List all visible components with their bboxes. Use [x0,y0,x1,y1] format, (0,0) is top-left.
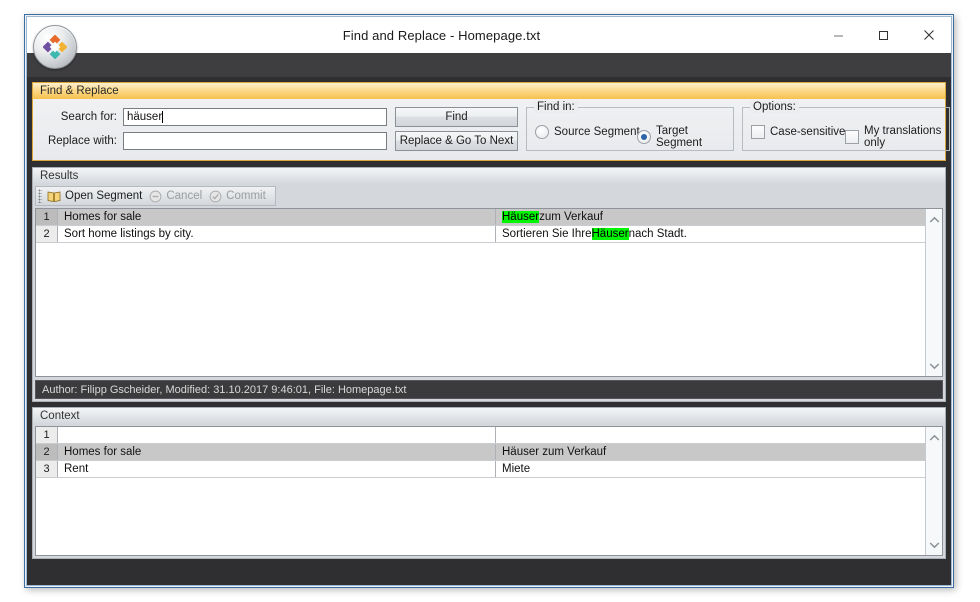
maximize-icon[interactable] [861,18,906,52]
target-cell [496,427,942,443]
options-group-title: Options: [750,101,799,113]
row-number: 2 [36,444,58,460]
source-cell: Rent [58,461,496,477]
scroll-up-icon[interactable] [926,429,942,446]
scroll-up-icon[interactable] [926,211,942,228]
window-body: Find & Replace Search for: häuser Replac… [27,77,951,585]
radio-target-segment-indicator [637,130,651,144]
open-segment-button[interactable]: Open Segment [45,189,147,204]
search-for-label: Search for: [60,111,117,123]
checkbox-my-translations-only-indicator [845,130,859,144]
open-segment-label: Open Segment [65,190,143,202]
close-icon[interactable] [906,18,951,52]
target-cell: Sortieren Sie Ihre Häuser nach Stadt. [496,226,942,242]
context-vertical-scrollbar[interactable] [925,427,942,555]
list-item[interactable]: 3 Rent Miete [36,461,942,478]
find-replace-caption: Find & Replace [32,82,946,99]
find-in-group-title: Find in: [534,101,578,113]
results-content: Open Segment Cancel Commit 1 Homes for s… [32,184,946,402]
find-button[interactable]: Find [395,107,518,127]
table-row[interactable]: 2 Sort home listings by city. Sortieren … [36,226,942,243]
toolbar-strip [27,53,951,78]
search-input[interactable]: häuser [123,108,387,126]
row-number: 1 [36,209,58,225]
checkbox-my-translations-only[interactable]: My translations only [845,125,949,149]
match-highlight: Häuser [502,211,540,223]
title-bar: Find and Replace - Homepage.txt [27,17,951,53]
checkbox-my-translations-only-label: My translations only [864,125,942,149]
scroll-down-icon[interactable] [926,357,942,374]
results-grid[interactable]: 1 Homes for sale Häuser zum Verkauf 2 So… [35,208,943,377]
target-text-pre: Sortieren Sie Ihre [502,228,592,240]
minimize-icon[interactable] [816,18,861,52]
replace-with-label: Replace with: [47,135,117,147]
results-vertical-scrollbar[interactable] [925,209,942,376]
find-and-replace-window: Find and Replace - Homepage.txt Find & R… [24,14,954,588]
cancel-button: Cancel [147,189,207,204]
search-input-value: häuser [127,111,163,123]
source-cell [58,427,496,443]
context-caption: Context [32,407,946,424]
scroll-down-icon[interactable] [926,536,942,553]
results-toolbar: Open Segment Cancel Commit [35,186,276,206]
checkbox-case-sensitive[interactable]: Case-sensitive [751,125,845,139]
page-title: Find and Replace - Homepage.txt [342,27,541,43]
commit-label: Commit [226,190,266,202]
radio-target-segment[interactable]: Target Segment [637,125,733,149]
source-cell: Sort home listings by city. [58,226,496,242]
toolbar-grip-handle[interactable] [38,189,42,203]
context-panel: Context 1 2 Homes for sale Häuser zum Ve… [32,407,946,559]
text-caret [162,111,164,123]
target-cell: Miete [502,463,531,475]
replace-and-go-to-next-button[interactable]: Replace & Go To Next [395,131,518,151]
target-cell: Häuser zum Verkauf [496,444,942,460]
results-panel: Results Open Segment Cancel Commit 1 Hom… [32,167,946,402]
options-group: Options: Case-sensitive My translations … [742,101,950,151]
cancel-circle-icon [149,190,162,203]
list-item[interactable]: 1 [36,427,942,444]
cancel-label: Cancel [166,190,203,202]
commit-button: Commit [207,189,271,204]
find-replace-content: Search for: häuser Replace with: Find Re… [32,99,950,161]
radio-source-segment[interactable]: Source Segment [535,125,640,139]
row-number: 2 [36,226,58,242]
row-number: 1 [36,427,58,443]
trados-diamond-icon[interactable] [33,25,77,69]
find-in-group: Find in: Source Segment Target Segment [526,101,734,151]
target-text-post: zum Verkauf [539,211,603,223]
checkbox-case-sensitive-label: Case-sensitive [770,126,846,138]
book-icon [47,190,61,203]
target-cell: Häuser zum Verkauf [496,209,942,225]
find-replace-panel: Find & Replace Search for: häuser Replac… [32,82,950,162]
check-circle-icon [209,190,222,203]
radio-target-segment-label: Target Segment [656,125,703,149]
source-cell: Homes for sale [58,444,496,460]
target-text-post: nach Stadt. [628,228,687,240]
context-content: 1 2 Homes for sale Häuser zum Verkauf 3 … [32,424,946,559]
list-item[interactable]: 2 Homes for sale Häuser zum Verkauf [36,444,942,461]
match-highlight: Häuser [591,228,629,240]
replace-input[interactable] [123,132,387,150]
table-row[interactable]: 1 Homes for sale Häuser zum Verkauf [36,209,942,226]
source-cell: Homes for sale [58,209,496,225]
status-bar: Author: Filipp Gscheider, Modified: 31.1… [35,380,943,399]
radio-source-segment-label: Source Segment [554,126,640,138]
row-number: 3 [36,461,58,477]
radio-source-segment-indicator [535,125,549,139]
results-caption: Results [32,167,946,184]
checkbox-case-sensitive-indicator [751,125,765,139]
window-inner-frame: Find and Replace - Homepage.txt Find & R… [26,16,952,586]
context-grid[interactable]: 1 2 Homes for sale Häuser zum Verkauf 3 … [35,426,943,556]
